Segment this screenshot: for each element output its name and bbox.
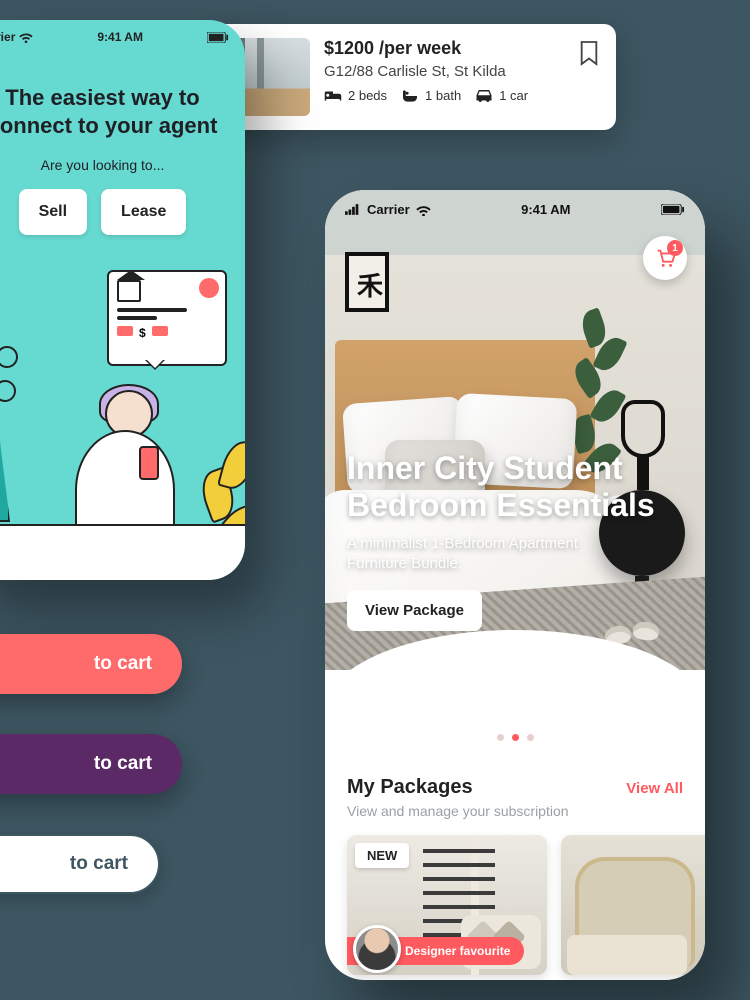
mini-icon	[117, 326, 133, 336]
speech-bubble: $	[107, 270, 227, 366]
cart-badge: 1	[667, 240, 683, 256]
baths-value: 1 bath	[425, 88, 461, 103]
lease-button[interactable]: Lease	[101, 189, 186, 235]
dot[interactable]	[497, 734, 504, 741]
car-icon	[475, 89, 493, 103]
flowers-illustration	[0, 350, 30, 450]
headline-line2: connect to your agent	[0, 113, 217, 138]
bath-icon	[401, 89, 419, 103]
package-card[interactable]	[561, 835, 705, 975]
bookmark-icon[interactable]	[578, 40, 600, 66]
cushion-detail	[567, 935, 687, 975]
battery-icon	[661, 204, 685, 215]
status-left: Carrier	[0, 30, 33, 44]
cart-button[interactable]: 1	[643, 236, 687, 280]
dot-active[interactable]	[512, 734, 519, 741]
baths-stat: 1 bath	[401, 88, 461, 103]
illustration: $	[0, 270, 245, 580]
house-icon	[117, 280, 141, 302]
beds-value: 2 beds	[348, 88, 387, 103]
battery-icon	[207, 32, 229, 43]
text-line	[117, 308, 187, 312]
sell-button[interactable]: Sell	[19, 189, 87, 235]
hero-title-line1: Inner City Student	[347, 450, 623, 486]
furniture-app-phone: Carrier 9:41 AM 1 禾 Inner City Student B…	[325, 190, 705, 980]
carrier-label: Carrier	[0, 30, 15, 44]
package-card[interactable]: NEW Designer favourite	[347, 835, 547, 975]
status-right	[207, 32, 229, 43]
hero-content: Inner City Student Bedroom Essentials A …	[347, 450, 683, 631]
bubble-icons: $	[117, 326, 217, 340]
signal-icon	[345, 204, 361, 215]
bed-icon	[324, 89, 342, 103]
pill-label: to cart	[70, 853, 128, 875]
my-packages-section: My Packages View All View and manage you…	[325, 776, 705, 975]
carousel-dots[interactable]	[325, 734, 705, 741]
status-left: Carrier	[345, 202, 431, 217]
hero-subtitle: A minimalist 1-Bedroom Apartment Furnitu…	[347, 534, 607, 575]
status-time: 9:41 AM	[521, 202, 570, 217]
choice-buttons: Sell Lease	[0, 189, 245, 235]
bubble-logo-icon	[199, 278, 219, 298]
status-bar: Carrier 9:41 AM	[0, 20, 245, 48]
text-line	[117, 316, 157, 320]
add-to-cart-button-coral[interactable]: to cart	[0, 634, 182, 694]
dot[interactable]	[527, 734, 534, 741]
headline: The easiest way to connect to your agent	[0, 84, 225, 139]
view-package-button[interactable]: View Package	[347, 590, 482, 631]
headline-line1: The easiest way to	[5, 85, 199, 110]
pill-label: to cart	[94, 653, 152, 675]
vase-illustration	[0, 442, 10, 522]
pill-label: to cart	[94, 753, 152, 775]
wall-art: 禾	[345, 252, 389, 312]
cars-value: 1 car	[499, 88, 528, 103]
illustration-ground	[0, 526, 245, 580]
beds-stat: 2 beds	[324, 88, 387, 103]
package-cards: NEW Designer favourite	[347, 835, 683, 975]
listing-card[interactable]: $1200 /per week G12/88 Carlisle St, St K…	[206, 24, 616, 130]
subheading: Are you looking to...	[0, 157, 245, 173]
status-right	[661, 204, 685, 215]
designer-avatar	[353, 925, 401, 973]
packages-title: My Packages	[347, 776, 473, 799]
listing-address: G12/88 Carlisle St, St Kilda	[324, 63, 564, 80]
hero-title: Inner City Student Bedroom Essentials	[347, 450, 683, 524]
listing-stats: 2 beds 1 bath 1 car	[324, 88, 564, 103]
hero-title-line2: Bedroom Essentials	[347, 487, 655, 523]
add-to-cart-button-purple[interactable]: to cart	[0, 734, 182, 794]
add-to-cart-button-outline[interactable]: to cart	[0, 834, 160, 894]
carrier-label: Carrier	[367, 202, 410, 217]
status-time: 9:41 AM	[97, 30, 143, 44]
cars-stat: 1 car	[475, 88, 528, 103]
listing-price: $1200 /per week	[324, 38, 564, 59]
wifi-icon	[19, 31, 33, 43]
new-badge: NEW	[355, 843, 409, 868]
view-all-link[interactable]: View All	[626, 780, 683, 797]
packages-subtitle: View and manage your subscription	[347, 803, 683, 819]
wifi-icon	[416, 204, 431, 216]
mini-icon	[152, 326, 168, 336]
agent-app-phone: Carrier 9:41 AM The easiest way to conne…	[0, 20, 245, 580]
status-bar: Carrier 9:41 AM	[325, 190, 705, 223]
listing-info: $1200 /per week G12/88 Carlisle St, St K…	[324, 38, 564, 103]
